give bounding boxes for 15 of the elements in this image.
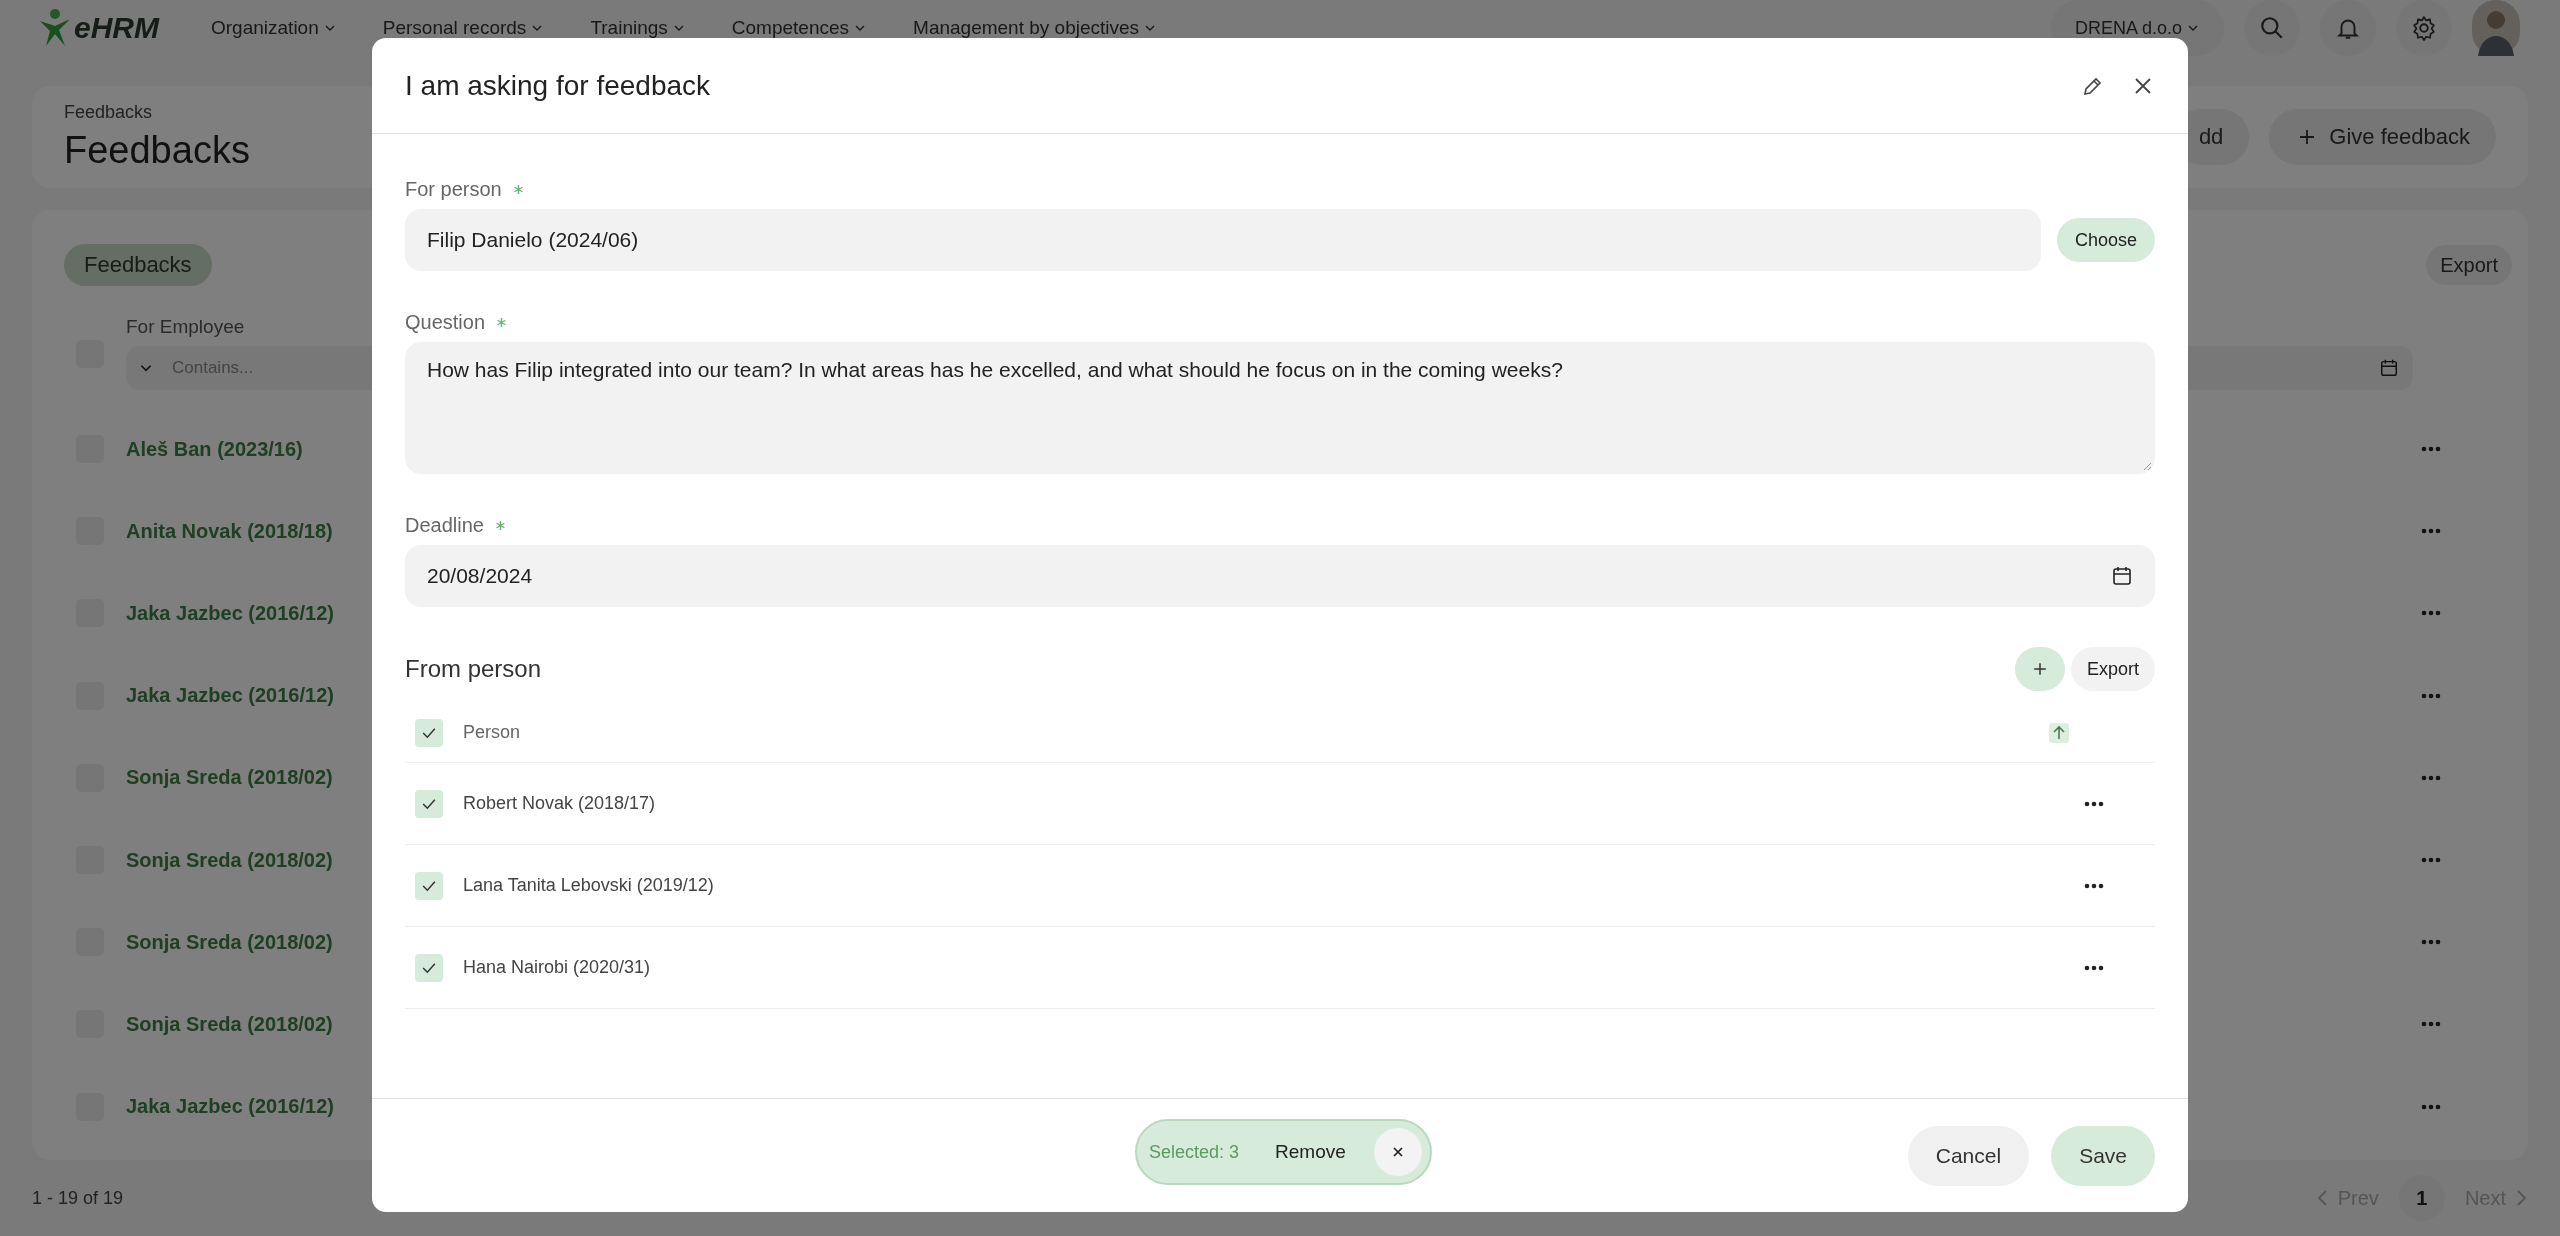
- section-title: From person: [405, 655, 542, 683]
- column-header: Person: [463, 722, 522, 743]
- person-name: Lana Tanita Lebovski (2019/12): [463, 875, 715, 896]
- person-name: Hana Nairobi (2020/31): [463, 957, 652, 978]
- field-label: For person: [405, 178, 502, 201]
- logo-text: eHRM: [74, 11, 159, 45]
- row-count: 1 - 19 of 19: [32, 1187, 124, 1209]
- person-name: Robert Novak (2018/17): [463, 793, 657, 814]
- column-header: For Employee: [126, 316, 245, 338]
- dialog-title: I am asking for feedback: [405, 69, 712, 102]
- page-title: Feedbacks: [64, 129, 250, 172]
- field-label: Deadline: [405, 514, 484, 537]
- field-label: Question: [405, 311, 486, 334]
- selected-count: Selected: 3: [1149, 1141, 1240, 1163]
- date-value: 20/08/2024: [427, 564, 533, 588]
